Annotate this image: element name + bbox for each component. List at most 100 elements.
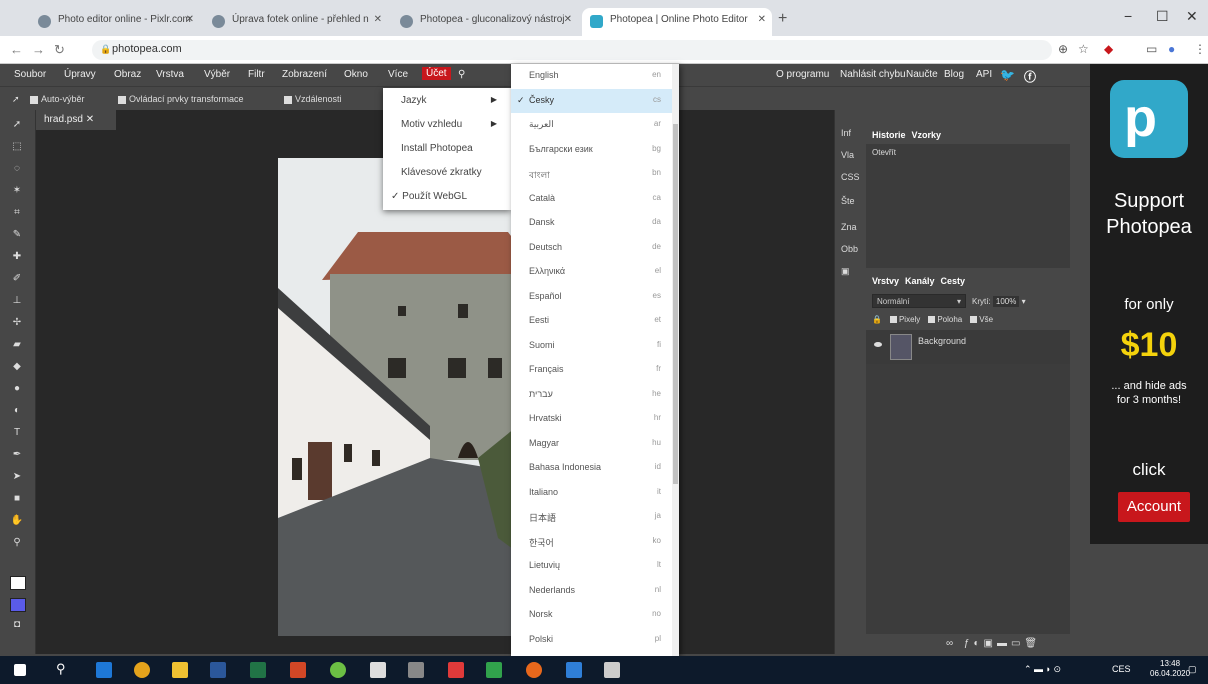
type-tool-icon[interactable]: T xyxy=(9,426,25,440)
zoom-icon[interactable]: ⊕ xyxy=(1058,42,1068,56)
search-icon[interactable]: ⚲ xyxy=(56,661,72,677)
menu-zobrazeni[interactable]: Zobrazení xyxy=(282,69,327,80)
clone-stamp-tool-icon[interactable]: ⊥ xyxy=(9,294,25,308)
language-item[interactable]: العربية ar xyxy=(511,113,673,138)
edge-icon[interactable] xyxy=(96,662,112,678)
menu-okno[interactable]: Okno xyxy=(344,69,368,80)
document-tab[interactable]: hrad.psd ✕ xyxy=(36,110,116,130)
notifications-icon[interactable]: ▢ xyxy=(1188,664,1197,675)
zoom-tool-icon[interactable]: ⚲ xyxy=(9,536,25,550)
menu-ucet[interactable]: Účet xyxy=(422,67,451,80)
app-icon[interactable] xyxy=(604,662,620,678)
keyboard-language[interactable]: CES xyxy=(1112,664,1131,674)
crop-tool-icon[interactable]: ⌗ xyxy=(9,206,25,220)
language-item[interactable]: Suomi fi xyxy=(511,334,673,359)
menu-filtr[interactable]: Filtr xyxy=(248,69,265,80)
rectangle-tool-icon[interactable]: ■ xyxy=(9,492,25,506)
file-explorer-icon[interactable] xyxy=(172,662,188,678)
menu-item-shortcuts[interactable]: Klávesové zkratky xyxy=(383,162,511,184)
pen-tool-icon[interactable]: ✒ xyxy=(9,448,25,462)
app-icon[interactable] xyxy=(330,662,346,678)
excel-icon[interactable] xyxy=(250,662,266,678)
panel-image-icon[interactable]: ▣ xyxy=(841,266,850,277)
auto-select-checkbox[interactable]: Auto-výběr xyxy=(30,94,85,104)
system-tray-icons[interactable]: ⌃ ▬ ◗ ⊙ xyxy=(1024,664,1061,675)
windows-start-icon[interactable] xyxy=(14,664,26,676)
quick-mask-icon[interactable]: ◘ xyxy=(9,618,25,632)
panel-character-button[interactable]: Zna xyxy=(841,222,857,232)
reload-icon[interactable]: ↻ xyxy=(54,42,65,58)
distances-checkbox[interactable]: Vzdálenosti xyxy=(284,94,342,104)
lasso-tool-icon[interactable]: ◌ xyxy=(9,162,25,176)
transform-controls-checkbox[interactable]: Ovládací prvky transformace xyxy=(118,94,244,104)
chrome-icon[interactable] xyxy=(134,662,150,678)
language-item[interactable]: Italiano it xyxy=(511,481,673,506)
app-icon[interactable] xyxy=(566,662,582,678)
tab-vrstvy[interactable]: Vrstvy xyxy=(872,276,899,286)
language-item[interactable]: English en xyxy=(511,64,673,89)
history-brush-tool-icon[interactable]: ✢ xyxy=(9,316,25,330)
tab-close-icon[interactable]: ✕ xyxy=(186,14,194,25)
language-item[interactable]: Français fr xyxy=(511,358,673,383)
link-blog[interactable]: Blog xyxy=(944,69,964,80)
language-item[interactable]: Lietuvių lt xyxy=(511,554,673,579)
panel-paragraph-button[interactable]: Obb xyxy=(841,244,858,254)
hand-tool-icon[interactable]: ✋ xyxy=(9,514,25,528)
language-item[interactable]: Norsk no xyxy=(511,603,673,628)
store-icon[interactable] xyxy=(370,662,386,678)
link-api[interactable]: API xyxy=(976,69,992,80)
lock-pixels-checkbox[interactable]: Pixely xyxy=(899,315,920,324)
menu-item-install[interactable]: Install Photopea xyxy=(383,138,511,160)
word-icon[interactable] xyxy=(210,662,226,678)
lock-all-checkbox[interactable]: Vše xyxy=(979,315,993,324)
layer-row[interactable]: Background xyxy=(866,330,1070,364)
browser-tab-photopea-active[interactable]: Photopea | Online Photo Editor ✕ xyxy=(582,8,772,36)
language-item[interactable]: Polski pl xyxy=(511,628,673,653)
tab-close-icon[interactable]: ✕ xyxy=(564,14,572,25)
fill-tool-icon[interactable]: ◆ xyxy=(9,360,25,374)
new-tab-plus-icon[interactable]: + xyxy=(778,10,787,28)
history-item-open[interactable]: Otevřít xyxy=(872,148,896,157)
forward-arrow-icon[interactable]: → xyxy=(32,42,45,57)
panel-brush-button[interactable]: Šte xyxy=(841,196,855,206)
visibility-eye-icon[interactable] xyxy=(874,342,882,347)
language-item[interactable]: বাংলা bn xyxy=(511,162,673,187)
menu-soubor[interactable]: Soubor xyxy=(14,69,46,80)
language-item[interactable]: 日本語 ja xyxy=(511,505,673,530)
ad-account-button[interactable]: Account xyxy=(1118,492,1190,522)
menu-obraz[interactable]: Obraz xyxy=(114,69,141,80)
eraser-tool-icon[interactable]: ▰ xyxy=(9,338,25,352)
opacity-control[interactable]: Krytí: 100% ▾ xyxy=(972,296,1026,307)
window-minimize-button[interactable]: − xyxy=(1124,8,1132,24)
language-item[interactable]: 한국어 ko xyxy=(511,530,673,555)
language-item[interactable]: Dansk da xyxy=(511,211,673,236)
blur-tool-icon[interactable]: ● xyxy=(9,382,25,396)
language-item[interactable]: Español es xyxy=(511,285,673,310)
language-item[interactable]: Magyar hu xyxy=(511,432,673,457)
tab-kanaly[interactable]: Kanály xyxy=(905,276,935,286)
extension-icon[interactable]: ◆ xyxy=(1104,42,1113,56)
menu-vyber[interactable]: Výběr xyxy=(204,69,230,80)
brush-tool-icon[interactable]: ✐ xyxy=(9,272,25,286)
menu-item-motiv[interactable]: Motiv vzhledu ▶ xyxy=(383,114,511,136)
facebook-icon[interactable]: ⓕ xyxy=(1024,68,1036,85)
browser-tab-photopea-nastroj[interactable]: Photopea - gluconalizový nástroj ✕ xyxy=(392,8,578,36)
tab-close-icon[interactable]: ✕ xyxy=(758,14,766,25)
scrollbar-thumb[interactable] xyxy=(673,124,678,484)
link-o-programu[interactable]: O programu xyxy=(776,69,829,80)
search-icon[interactable]: ⚲ xyxy=(458,69,465,80)
marquee-tool-icon[interactable]: ⬚ xyxy=(9,140,25,154)
window-close-button[interactable]: ✕ xyxy=(1186,8,1198,25)
profile-avatar-icon[interactable]: ● xyxy=(1168,42,1175,56)
magic-wand-tool-icon[interactable]: ✶ xyxy=(9,184,25,198)
clock[interactable]: 13:48 06.04.2020 xyxy=(1150,659,1190,679)
powerpoint-icon[interactable] xyxy=(290,662,306,678)
language-item[interactable]: ✓ Česky cs xyxy=(511,88,673,113)
firefox-icon[interactable] xyxy=(526,662,542,678)
url-field[interactable]: 🔒 photopea.com xyxy=(92,40,1052,60)
language-item[interactable]: Català ca xyxy=(511,187,673,212)
menu-vrstva[interactable]: Vrstva xyxy=(156,69,184,80)
language-item[interactable]: Deutsch de xyxy=(511,236,673,261)
foreground-color-swatch[interactable] xyxy=(10,576,26,590)
language-item[interactable]: Nederlands nl xyxy=(511,579,673,604)
